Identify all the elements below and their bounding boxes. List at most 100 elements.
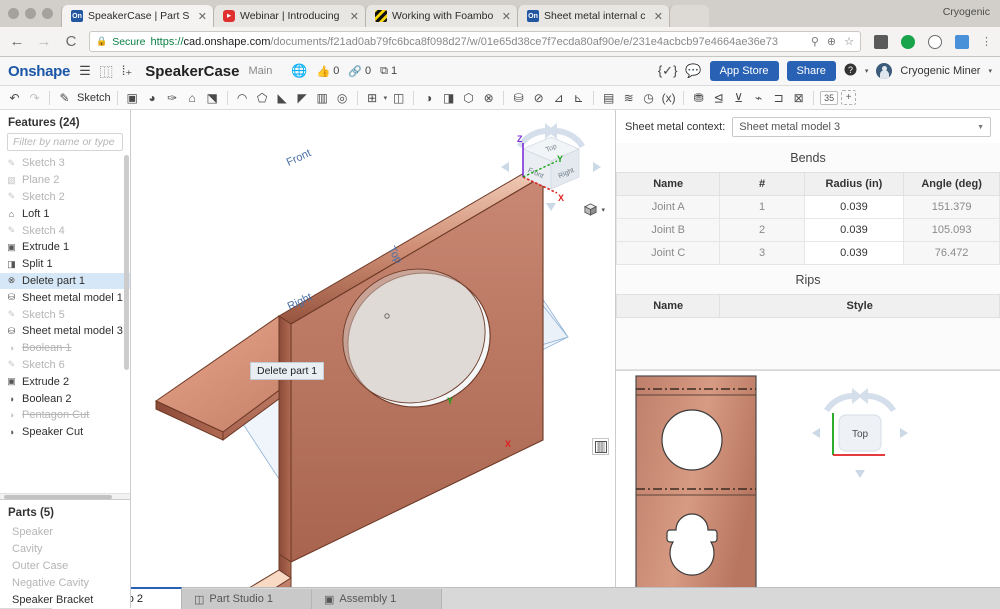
flat-pattern-tool-icon[interactable]: ⌁ [750, 89, 767, 106]
reload-icon[interactable]: C [62, 33, 80, 50]
loft-tool-icon[interactable]: ⌂ [184, 89, 201, 106]
unfold-tool-icon[interactable]: ⊐ [770, 89, 787, 106]
version-tree-icon[interactable]: ⿲ [100, 62, 113, 81]
boolean-tool-icon[interactable]: ◑ [420, 89, 437, 106]
fillet-tool-icon[interactable]: ◠ [234, 89, 251, 106]
feature-item-sketch-6[interactable]: ✎ Sketch 6 [0, 357, 130, 374]
bend-radius[interactable]: 0.039 [803, 241, 905, 265]
flat-pattern-preview[interactable]: Top [616, 370, 1000, 608]
close-icon[interactable]: ✕ [346, 10, 359, 23]
feature-item-speaker-cut[interactable]: ◑ Speaker Cut [0, 424, 130, 441]
user-menu-label[interactable]: Cryogenic Miner [900, 65, 980, 77]
part-item-cavity[interactable]: Cavity [0, 540, 130, 557]
extension-grammarly-icon[interactable] [901, 34, 915, 49]
part-item-speaker-bracket[interactable]: Speaker Bracket [0, 591, 130, 608]
extension-info-icon[interactable] [928, 34, 942, 49]
variable-tool-icon[interactable]: (x) [660, 89, 677, 106]
rips-col-style[interactable]: Style [719, 294, 1000, 318]
close-icon[interactable]: ✕ [650, 10, 663, 23]
feature-item-sheet-metal-model-1[interactable]: ⛁ Sheet metal model 1 [0, 289, 130, 306]
display-style-caret-icon[interactable]: ▾ [601, 206, 605, 214]
part-item-outer-case[interactable]: Outer Case [0, 557, 130, 574]
feature-item-sketch-2[interactable]: ✎ Sketch 2 [0, 189, 130, 206]
feature-item-loft-1[interactable]: ⌂ Loft 1 [0, 205, 130, 222]
sheet-metal-table-icon[interactable]: ⛃ [690, 89, 707, 106]
close-icon[interactable]: ✕ [498, 10, 511, 23]
avatar[interactable] [876, 63, 893, 79]
copies-stat[interactable]: ⧉ 1 [380, 65, 397, 78]
measure-tool-icon[interactable]: ⊠ [790, 89, 807, 106]
bends-col-number[interactable]: # [719, 172, 805, 196]
revolve-tool-icon[interactable]: ◕ [144, 89, 161, 106]
sheet-metal-context-select[interactable]: Sheet metal model 3 ▼ [732, 117, 991, 137]
bends-col-angle[interactable]: Angle (deg) [903, 172, 1000, 196]
feature-horizontal-scrollbar[interactable] [0, 493, 130, 499]
feature-item-pentagon-cut[interactable]: ◑ Pentagon Cut [0, 407, 130, 424]
extension-1-icon[interactable] [874, 34, 888, 49]
branch-label[interactable]: Main [248, 65, 272, 77]
transform-tool-icon[interactable]: ⬡ [460, 89, 477, 106]
links-stat[interactable]: 🔗 0 [348, 65, 371, 78]
part-item-speaker[interactable]: Speaker [0, 523, 130, 540]
insert-version-icon[interactable]: ⁞₊ [122, 63, 132, 79]
chamfer-tool-icon[interactable]: ⬠ [254, 89, 271, 106]
feature-item-extrude-2[interactable]: ▣ Extrude 2 [0, 373, 130, 390]
help-icon[interactable]: ? [844, 63, 857, 79]
feature-count-badge[interactable]: 35 [820, 90, 839, 105]
sheet-metal-joint-icon[interactable]: ⊘ [530, 89, 547, 106]
bookmark-star-icon[interactable]: ☆ [844, 35, 854, 48]
browser-tab-3[interactable]: On Sheet metal internal corner fla ✕ [517, 5, 669, 27]
hem-tool-icon[interactable]: ⊾ [570, 89, 587, 106]
minimize-window-button[interactable] [25, 8, 36, 19]
feature-item-sketch-5[interactable]: ✎ Sketch 5 [0, 306, 130, 323]
bends-col-name[interactable]: Name [615, 172, 721, 196]
zoom-icon[interactable]: ⊕ [827, 35, 836, 48]
mirror-tool-icon[interactable]: ◫ [390, 89, 407, 106]
undo-icon[interactable]: ↶ [6, 89, 23, 106]
feature-item-boolean-1[interactable]: ◑ Boolean 1 [0, 340, 130, 357]
extrude-tool-icon[interactable]: ▣ [124, 89, 141, 106]
curve-tool-icon[interactable]: ≋ [620, 89, 637, 106]
part-item-negative-cavity[interactable]: Negative Cavity [0, 574, 130, 591]
feature-item-boolean-2[interactable]: ◑ Boolean 2 [0, 390, 130, 407]
table-row[interactable]: Joint B 2 0.039 105.093 [615, 218, 1000, 242]
shell-tool-icon[interactable]: ▥ [314, 89, 331, 106]
sketch-button[interactable]: ✎ Sketch [56, 89, 110, 106]
hole-tool-icon[interactable]: ◎ [334, 89, 351, 106]
display-style-control[interactable]: ▾ [583, 202, 605, 217]
view-cube[interactable]: Top Front Right Z Y X [495, 115, 607, 215]
cast-icon[interactable]: ⚲ [811, 35, 819, 48]
globe-icon[interactable]: 🌐 [291, 63, 307, 79]
close-icon[interactable]: ✕ [194, 10, 207, 23]
browser-tab-0[interactable]: On SpeakerCase | Part Studio 2 ✕ [61, 5, 213, 27]
maximize-window-button[interactable] [42, 8, 53, 19]
add-custom-feature-icon[interactable]: + [841, 90, 857, 105]
likes-stat[interactable]: 👍 0 [317, 65, 340, 78]
close-window-button[interactable] [8, 8, 19, 19]
pattern-caret-icon[interactable]: ▾ [384, 94, 388, 102]
feature-item-extrude-1[interactable]: ▣ Extrude 1 [0, 239, 130, 256]
delete-part-tool-icon[interactable]: ⊗ [480, 89, 497, 106]
comment-icon[interactable]: 💬 [685, 63, 701, 79]
share-button[interactable]: Share [786, 61, 836, 81]
chrome-menu-icon[interactable]: ⋮ [981, 35, 992, 48]
feature-scrollbar[interactable] [124, 155, 129, 370]
thicken-tool-icon[interactable]: ⬔ [204, 89, 221, 106]
feature-item-sketch-4[interactable]: ✎ Sketch 4 [0, 222, 130, 239]
sheet-metal-model-icon[interactable]: ⛁ [510, 89, 527, 106]
feature-item-sketch-3[interactable]: ✎ Sketch 3 [0, 155, 130, 172]
main-menu-icon[interactable]: ☰ [79, 63, 91, 79]
featurescript-icon[interactable]: {✓} [658, 63, 678, 79]
document-tab-assembly-1[interactable]: ▣ Assembly 1 [312, 589, 442, 609]
rips-col-name[interactable]: Name [615, 294, 721, 318]
feature-filter-input[interactable]: Filter by name or type [7, 133, 123, 151]
helix-tool-icon[interactable]: ◷ [640, 89, 657, 106]
rip-tool-icon[interactable]: ⊻ [730, 89, 747, 106]
split-tool-icon[interactable]: ◨ [440, 89, 457, 106]
new-tab-button[interactable] [669, 5, 709, 27]
help-caret-icon[interactable]: ▾ [865, 67, 869, 75]
document-title[interactable]: SpeakerCase [145, 63, 239, 80]
extension-4-icon[interactable] [955, 34, 969, 49]
feature-item-delete-part-1[interactable]: ⊗ Delete part 1 [0, 272, 130, 290]
app-store-button[interactable]: App Store [709, 61, 779, 81]
